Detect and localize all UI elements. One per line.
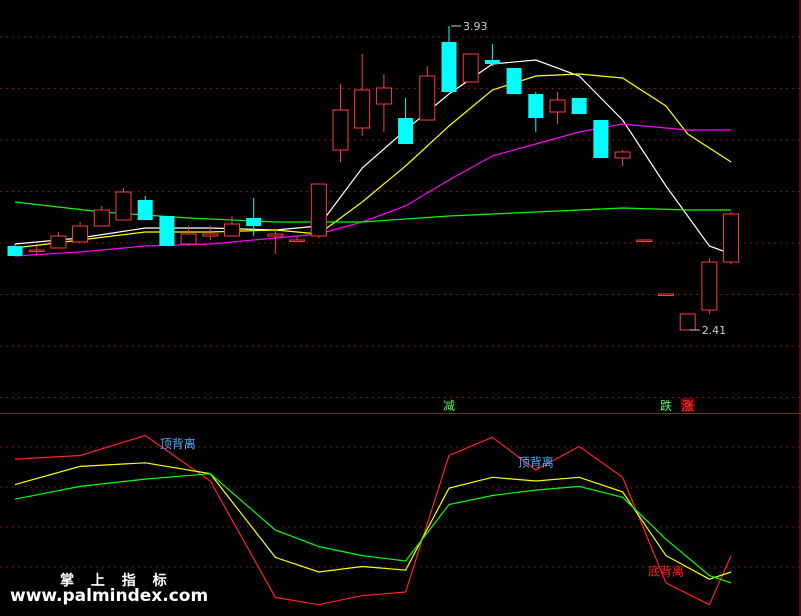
candle-body — [528, 94, 544, 118]
candle-body — [50, 235, 67, 249]
candle-body — [593, 120, 609, 158]
candle-body — [310, 183, 327, 237]
candle-body — [462, 53, 479, 83]
candle-body — [137, 200, 153, 220]
candle-body — [115, 191, 132, 221]
divergence-label: 顶背离 — [518, 454, 554, 469]
candle-body — [332, 109, 349, 151]
divergence-label: 顶背离 — [160, 436, 196, 451]
price-annotation: 2.41 — [702, 324, 727, 337]
candle-body — [93, 209, 110, 227]
signal-marker: 减 — [443, 399, 455, 413]
candle-body — [267, 233, 284, 237]
chart-canvas: 3.932.41减跌涨顶背离顶背离底背离 — [0, 0, 801, 616]
signal-marker: 涨 — [682, 398, 694, 413]
divergence-label: 底背离 — [648, 564, 684, 579]
candle-body — [180, 233, 197, 245]
candle-body — [506, 68, 522, 94]
candle-body — [636, 239, 653, 242]
ma-line-2 — [14, 73, 732, 249]
candle-body — [289, 239, 306, 242]
candle-body — [419, 75, 436, 121]
candle-body — [571, 98, 587, 114]
price-annotation: 3.93 — [463, 20, 488, 33]
candle-body — [7, 246, 23, 256]
candle-body — [159, 216, 175, 246]
candle-body — [658, 293, 674, 296]
candle-body — [484, 60, 500, 64]
signal-marker: 跌 — [660, 398, 672, 413]
candle-body — [375, 87, 392, 105]
candle-body — [28, 249, 45, 252]
watermark-url: www.palmindex.com — [10, 586, 209, 606]
candle-body — [441, 42, 457, 92]
candle-body — [614, 151, 631, 159]
candle-body — [723, 213, 740, 263]
candle-body — [72, 225, 89, 243]
candle-body — [701, 261, 718, 311]
candle-body — [679, 313, 696, 331]
candle-body — [246, 218, 262, 226]
candle-body — [224, 223, 240, 237]
candle-body — [398, 118, 414, 144]
candle-body — [549, 99, 566, 113]
candle-body — [202, 233, 219, 237]
candle-body — [354, 89, 371, 129]
ma-line-3 — [14, 123, 732, 257]
